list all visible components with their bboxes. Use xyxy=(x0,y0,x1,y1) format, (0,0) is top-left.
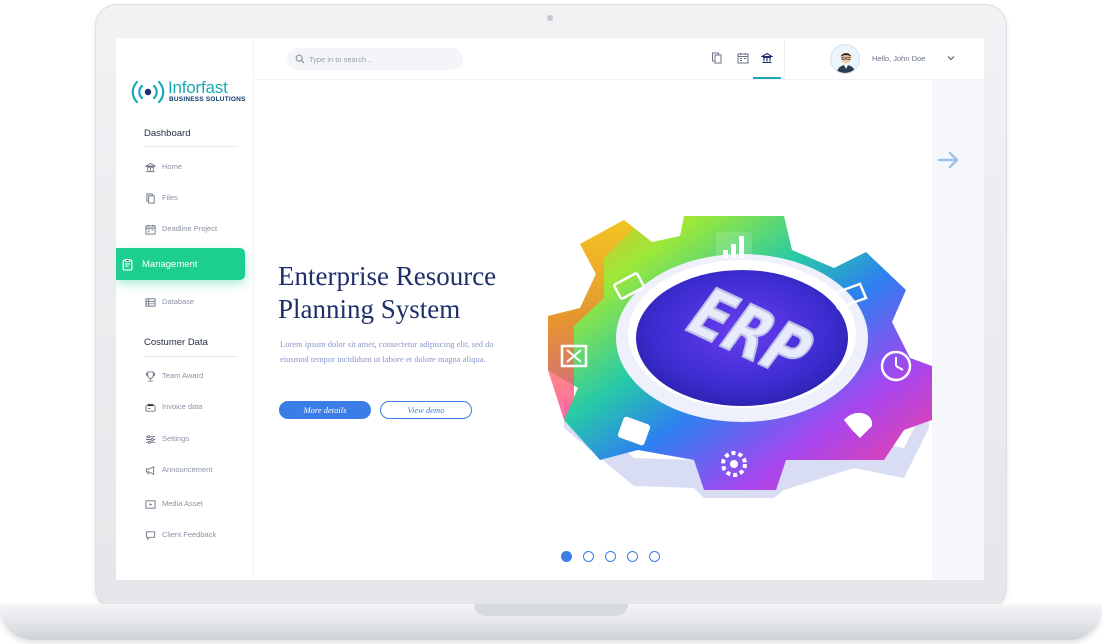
divider xyxy=(784,38,785,80)
invoice-icon xyxy=(145,403,156,412)
bank-icon xyxy=(145,162,156,173)
sliders-icon xyxy=(145,435,156,444)
database-icon xyxy=(145,298,156,307)
hero-title-line1: Enterprise Resource xyxy=(278,261,497,291)
sidebar-item-label: Team Award xyxy=(162,371,204,380)
sidebar-item-deadline-project[interactable]: Deadline Project xyxy=(116,220,254,240)
sidebar-item-label: Media Asset xyxy=(162,499,203,508)
erp-gear-illustration: ERP xyxy=(548,216,932,498)
carousel-dot-5[interactable] xyxy=(649,551,660,562)
hero-title: Enterprise Resource Planning System xyxy=(278,260,548,326)
search-bar[interactable] xyxy=(287,48,463,70)
laptop-mockup: Inforfast BUSINESS SOLUTIONS Dashboard H… xyxy=(0,0,1102,644)
sidebar: Inforfast BUSINESS SOLUTIONS Dashboard H… xyxy=(116,38,254,580)
carousel-dot-1[interactable] xyxy=(561,551,572,562)
brand-logo[interactable]: Inforfast BUSINESS SOLUTIONS xyxy=(130,78,250,108)
more-details-button[interactable]: More details xyxy=(279,401,371,419)
sidebar-item-label: Files xyxy=(162,193,178,202)
bank-icon[interactable] xyxy=(761,52,773,64)
carousel-dot-3[interactable] xyxy=(605,551,616,562)
sidebar-item-label: Management xyxy=(142,259,198,270)
sidebar-item-team-award[interactable]: Team Award xyxy=(116,367,254,387)
section-title-dashboard: Dashboard xyxy=(144,128,191,139)
sidebar-item-client-feedback[interactable]: Client Feedback xyxy=(116,526,254,546)
files-icon xyxy=(146,193,155,204)
calendar-icon[interactable] xyxy=(737,52,749,64)
sidebar-item-media-asset[interactable]: Media Asset xyxy=(116,495,254,515)
top-bar: Hello, John Doe xyxy=(254,38,984,80)
calendar-icon xyxy=(145,224,156,235)
search-icon xyxy=(295,54,305,64)
sidebar-item-database[interactable]: Database xyxy=(116,293,254,313)
section-divider xyxy=(144,146,238,147)
laptop-camera xyxy=(547,15,553,21)
chevron-down-icon[interactable] xyxy=(946,53,956,63)
brand-name: Inforfast xyxy=(168,78,228,97)
sidebar-item-label: Invoice data xyxy=(162,402,203,411)
sidebar-item-label: Settings xyxy=(162,434,190,443)
sidebar-item-home[interactable]: Home xyxy=(116,158,254,178)
active-tab-indicator xyxy=(753,77,781,79)
award-icon xyxy=(145,371,156,382)
hero-title-line2: Planning System xyxy=(278,294,461,324)
sidebar-item-label: Database xyxy=(162,297,195,306)
search-input[interactable] xyxy=(309,51,459,67)
sidebar-item-invoice-data[interactable]: Invoice data xyxy=(116,398,254,418)
media-icon xyxy=(145,500,156,509)
sidebar-item-label: Deadline Project xyxy=(162,224,218,233)
carousel-dot-4[interactable] xyxy=(627,551,638,562)
section-divider xyxy=(144,356,238,357)
section-title-costumer-data: Costumer Data xyxy=(144,337,208,348)
sidebar-item-label: Announcement xyxy=(162,465,213,474)
sidebar-item-label: Home xyxy=(162,162,183,171)
copy-icon[interactable] xyxy=(711,52,723,64)
carousel-dot-2[interactable] xyxy=(583,551,594,562)
broadcast-icon xyxy=(131,80,165,104)
sidebar-item-settings[interactable]: Settings xyxy=(116,430,254,450)
laptop-notch xyxy=(474,604,628,616)
avatar[interactable] xyxy=(830,44,860,74)
app-screen: Inforfast BUSINESS SOLUTIONS Dashboard H… xyxy=(116,38,984,580)
hero-description: Lorem ipsum dolor sit amet, consectetur … xyxy=(280,339,494,364)
sidebar-item-files[interactable]: Files xyxy=(116,189,254,209)
sidebar-item-announcement[interactable]: Announcement xyxy=(116,461,254,481)
clipboard-icon xyxy=(122,259,133,271)
chat-icon xyxy=(145,531,156,541)
brand-tagline: BUSINESS SOLUTIONS xyxy=(169,96,246,103)
megaphone-icon xyxy=(145,466,155,475)
user-greeting[interactable]: Hello, John Doe xyxy=(872,54,925,63)
sidebar-item-label: Client Feedback xyxy=(162,530,217,539)
arrow-right-icon[interactable] xyxy=(936,150,962,170)
user-avatar-icon xyxy=(831,45,859,73)
view-demo-button[interactable]: View demo xyxy=(380,401,472,419)
sidebar-item-management[interactable]: Management xyxy=(116,248,245,280)
